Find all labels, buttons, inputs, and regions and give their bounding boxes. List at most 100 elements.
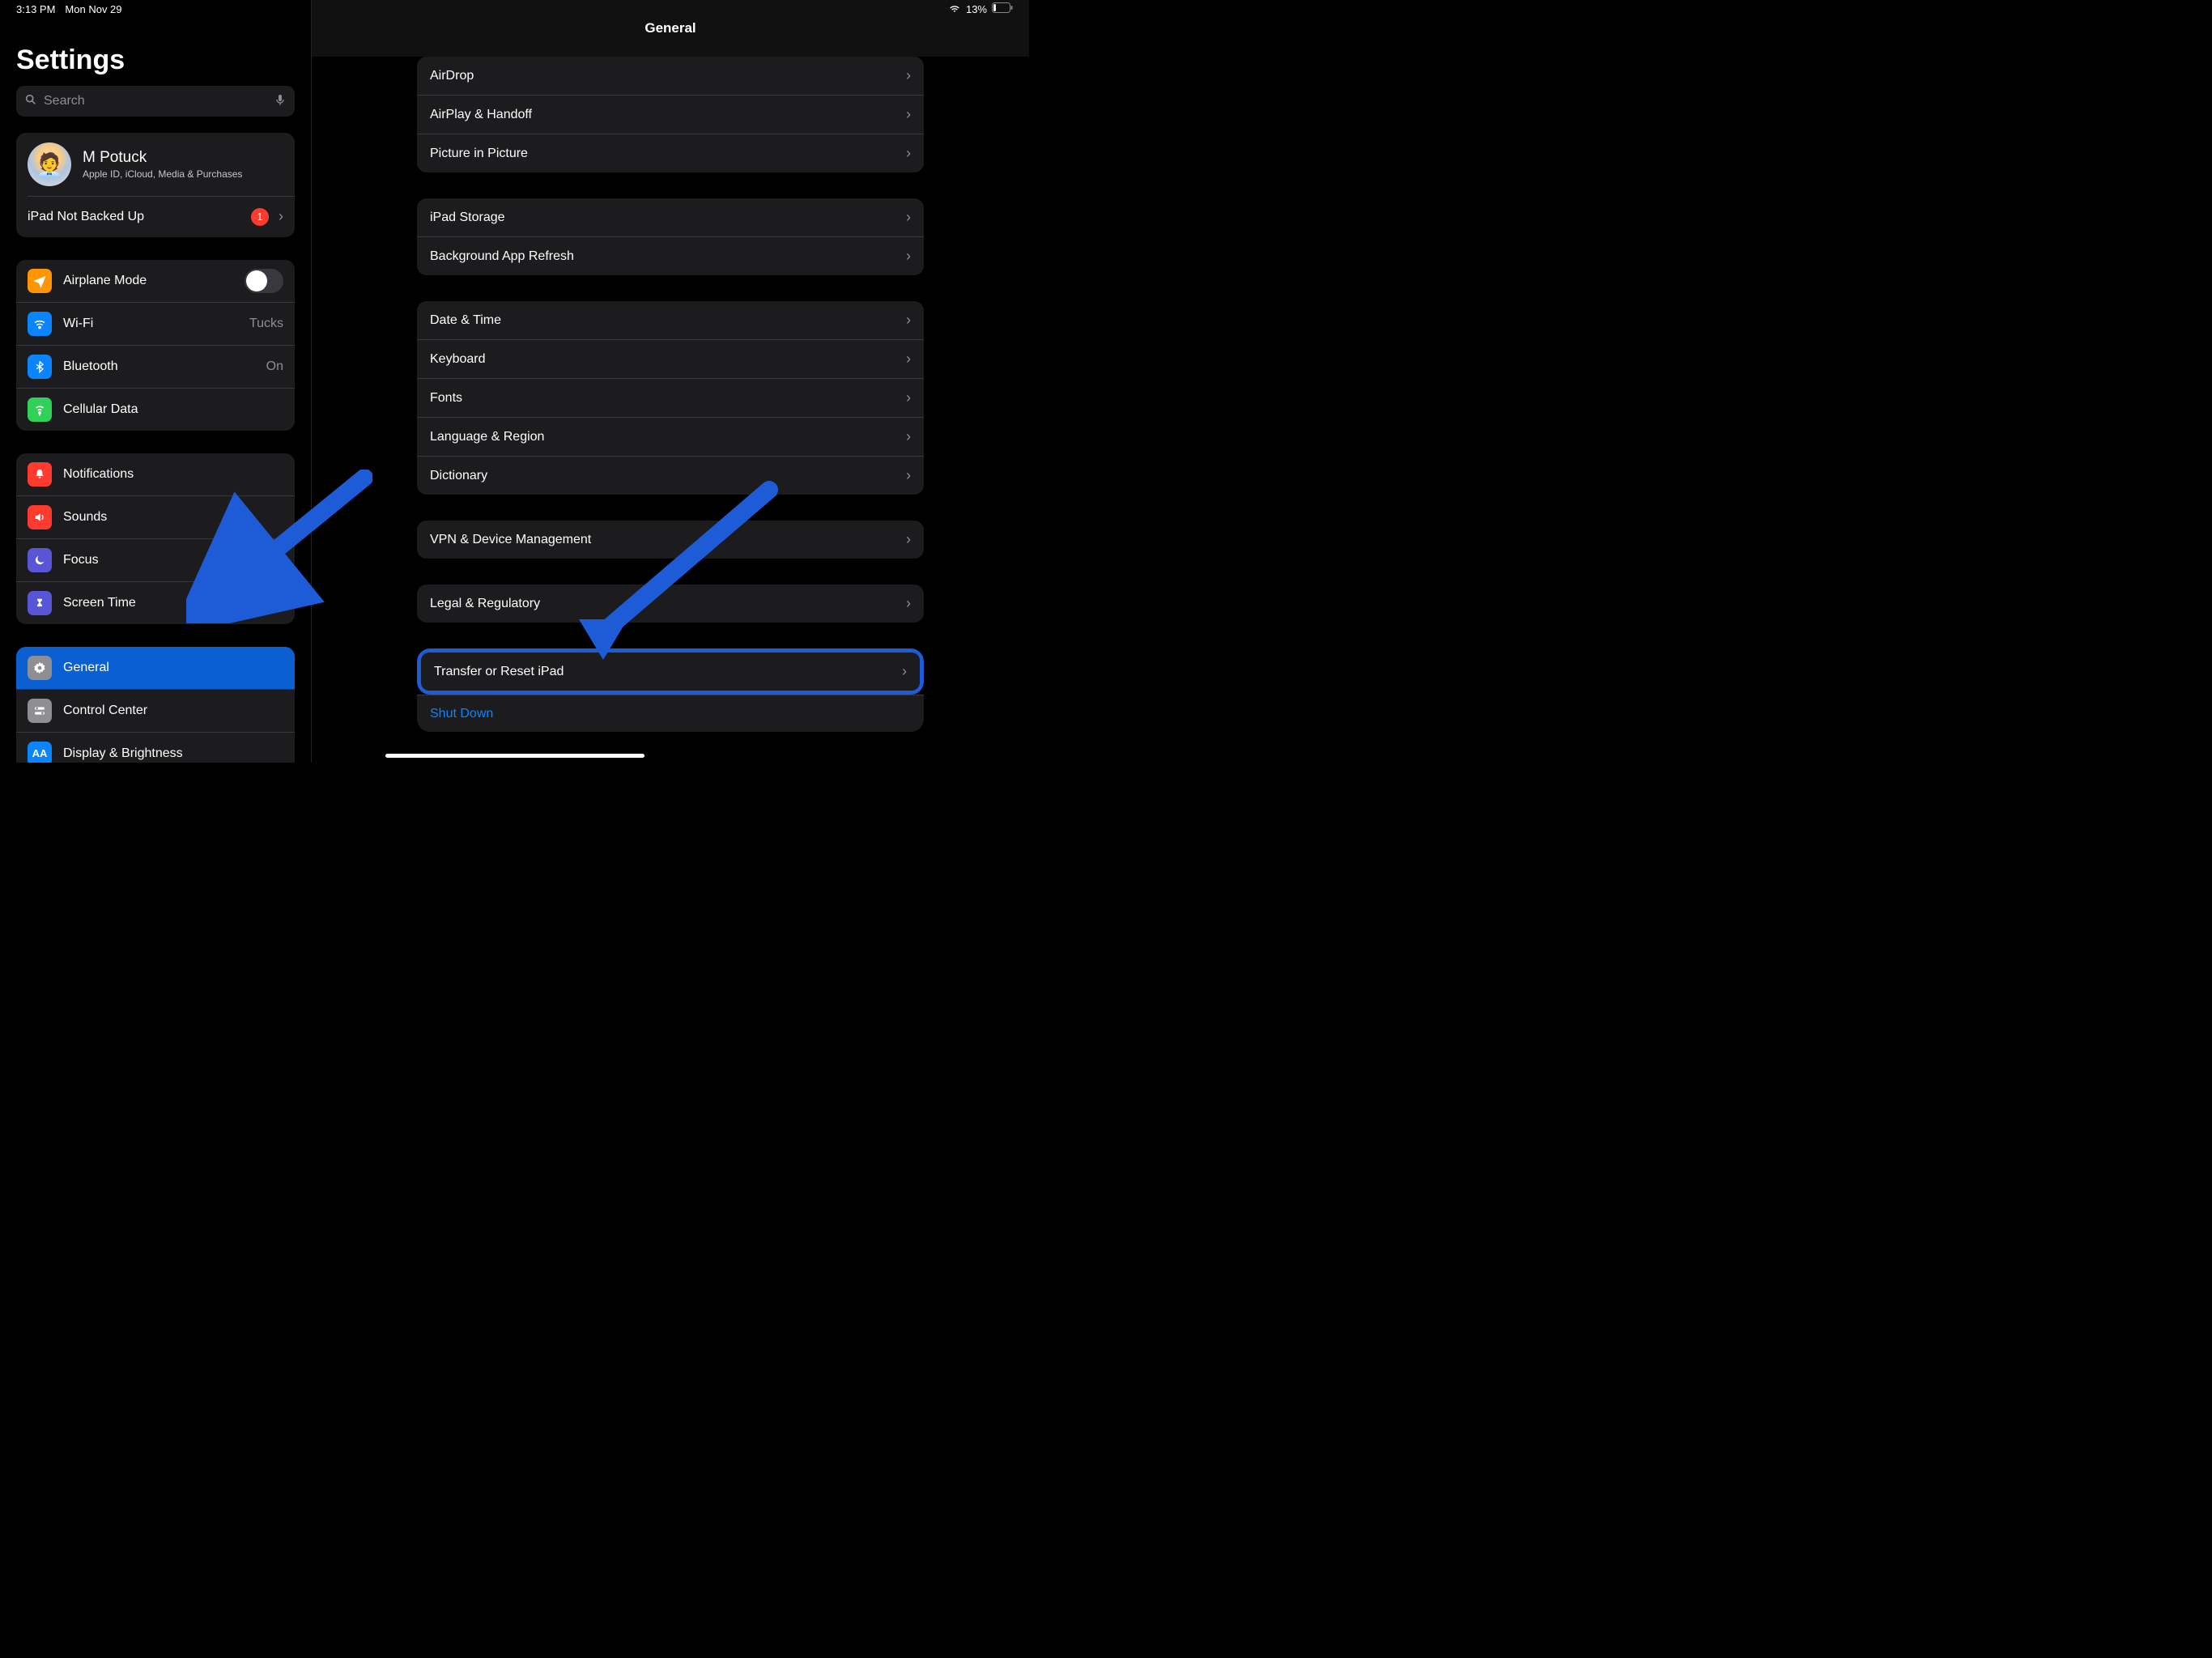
sidebar-item-bluetooth[interactable]: BluetoothOn (16, 345, 295, 388)
mic-icon[interactable] (274, 93, 287, 110)
detail-row-legal-regulatory[interactable]: Legal & Regulatory › (417, 585, 924, 623)
detail-pane: General AirDrop›AirPlay & Handoff›Pictur… (312, 0, 1029, 763)
chevron-right-icon: › (906, 248, 911, 265)
sidebar-item-label: Focus (63, 553, 283, 568)
detail-row-label: Transfer or Reset iPad (434, 665, 564, 679)
detail-row-label: AirPlay & Handoff (430, 108, 532, 122)
sidebar-item-focus[interactable]: Focus (16, 538, 295, 581)
sidebar-item-label: Airplane Mode (63, 274, 233, 288)
avatar: 🧑‍💼 (28, 142, 71, 186)
sidebar-item-label: Screen Time (63, 596, 283, 610)
chevron-right-icon: › (279, 208, 283, 225)
moon-icon (28, 548, 52, 572)
detail-row-label: iPad Storage (430, 210, 505, 225)
page-title: Settings (16, 45, 295, 76)
account-card: 🧑‍💼 M Potuck Apple ID, iCloud, Media & P… (16, 133, 295, 237)
detail-group: Transfer or Reset iPad › Shut Down (417, 648, 924, 732)
account-subtitle: Apple ID, iCloud, Media & Purchases (83, 168, 242, 180)
account-row[interactable]: 🧑‍💼 M Potuck Apple ID, iCloud, Media & P… (16, 133, 295, 196)
detail-group: Date & Time›Keyboard›Fonts›Language & Re… (417, 301, 924, 495)
detail-title: General (644, 20, 696, 36)
airplane-icon (28, 269, 52, 293)
search-field[interactable] (16, 86, 295, 117)
detail-row-airdrop[interactable]: AirDrop› (417, 57, 924, 95)
account-name: M Potuck (83, 149, 242, 167)
chevron-right-icon: › (906, 467, 911, 484)
detail-row-label: Fonts (430, 391, 462, 406)
sidebar-item-general[interactable]: General (16, 647, 295, 689)
sidebar-item-label: Display & Brightness (63, 746, 283, 761)
detail-row-transfer-or-reset-ipad[interactable]: Transfer or Reset iPad › (421, 653, 920, 691)
detail-group: iPad Storage › Background App Refresh › (417, 198, 924, 275)
toggle[interactable] (245, 269, 283, 293)
detail-row-vpn-device-management[interactable]: VPN & Device Management › (417, 521, 924, 559)
sidebar-item-control-center[interactable]: Control Center (16, 689, 295, 732)
sidebar-item-notifications[interactable]: Notifications (16, 453, 295, 495)
detail-row-keyboard[interactable]: Keyboard › (417, 339, 924, 378)
sidebar-item-display-brightness[interactable]: AA Display & Brightness (16, 732, 295, 763)
detail-row-label: Background App Refresh (430, 249, 574, 264)
sidebar-item-label: Bluetooth (63, 359, 255, 374)
chevron-right-icon: › (906, 106, 911, 123)
sidebar-item-cellular-data[interactable]: Cellular Data (16, 388, 295, 431)
sidebar-item-screen-time[interactable]: Screen Time (16, 581, 295, 624)
detail-row-label: Picture in Picture (430, 147, 528, 161)
detail-body[interactable]: AirDrop›AirPlay & Handoff›Picture in Pic… (312, 57, 1029, 763)
detail-row-date-time[interactable]: Date & Time › (417, 301, 924, 339)
switches-icon (28, 699, 52, 723)
chevron-right-icon: › (906, 531, 911, 548)
search-input[interactable] (42, 93, 269, 109)
detail-row-ipad-storage[interactable]: iPad Storage › (417, 198, 924, 236)
detail-row-shut-down[interactable]: Shut Down (417, 695, 924, 732)
sidebar-item-sounds[interactable]: Sounds (16, 495, 295, 538)
sidebar-item-airplane-mode[interactable]: Airplane Mode (16, 260, 295, 302)
hourglass-icon (28, 591, 52, 615)
speaker-icon (28, 505, 52, 529)
wifi-icon (28, 312, 52, 336)
home-indicator[interactable] (385, 754, 644, 758)
detail-row-label: Shut Down (430, 707, 493, 721)
sidebar-item-value: Tucks (249, 317, 283, 331)
detail-row-label: Dictionary (430, 469, 487, 483)
detail-group: VPN & Device Management › (417, 521, 924, 559)
sidebar-item-label: Cellular Data (63, 402, 283, 417)
backup-row[interactable]: iPad Not Backed Up 1 › (16, 197, 295, 237)
cellular-icon (28, 397, 52, 422)
chevron-right-icon: › (906, 209, 911, 226)
bluetooth-icon (28, 355, 52, 379)
detail-row-label: Keyboard (430, 352, 486, 367)
detail-row-fonts[interactable]: Fonts› (417, 378, 924, 417)
detail-row-airplay-handoff[interactable]: AirPlay & Handoff › (417, 95, 924, 134)
chevron-right-icon: › (906, 312, 911, 329)
bell-icon (28, 462, 52, 487)
detail-row-background-app-refresh[interactable]: Background App Refresh › (417, 236, 924, 275)
chevron-right-icon: › (906, 145, 911, 162)
detail-row-picture-in-picture[interactable]: Picture in Picture › (417, 134, 924, 172)
search-icon (24, 93, 37, 110)
sidebar-item-label: General (63, 661, 283, 675)
gear-icon (28, 656, 52, 680)
detail-row-label: Legal & Regulatory (430, 597, 540, 611)
settings-sidebar: Settings 🧑‍💼 M Potuck Apple ID, iCloud, … (0, 0, 312, 763)
status-bar: 3:13 PM Mon Nov 29 13% (0, 0, 1029, 18)
detail-row-dictionary[interactable]: Dictionary › (417, 456, 924, 495)
backup-badge: 1 (251, 208, 269, 226)
chevron-right-icon: › (906, 428, 911, 445)
sidebar-item-label: Notifications (63, 467, 283, 482)
sidebar-group-connectivity: Airplane Mode Wi-FiTucksBluetoothOn Cellul… (16, 260, 295, 431)
status-time: 3:13 PM (16, 3, 55, 15)
detail-row-language-region[interactable]: Language & Region› (417, 417, 924, 456)
detail-group: AirDrop›AirPlay & Handoff›Picture in Pic… (417, 57, 924, 172)
chevron-right-icon: › (902, 663, 907, 680)
detail-row-label: Date & Time (430, 313, 501, 328)
aa-icon: AA (28, 742, 52, 763)
chevron-right-icon: › (906, 351, 911, 368)
sidebar-group-notifications: Notifications Sounds Focus Screen Time (16, 453, 295, 624)
sidebar-item-label: Control Center (63, 704, 283, 718)
chevron-right-icon: › (906, 67, 911, 84)
detail-row-label: VPN & Device Management (430, 533, 591, 547)
chevron-right-icon: › (906, 595, 911, 612)
sidebar-item-wi-fi[interactable]: Wi-FiTucks (16, 302, 295, 345)
battery-percent: 13% (966, 3, 987, 15)
backup-label: iPad Not Backed Up (28, 210, 144, 224)
